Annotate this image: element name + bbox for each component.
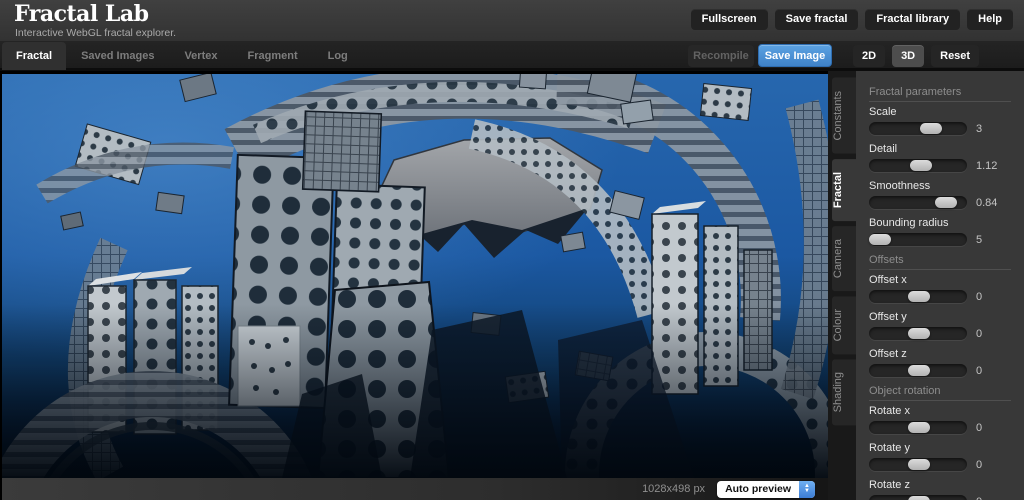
slider-label: Detail <box>869 143 1024 156</box>
preview-mode-value: Auto preview <box>717 483 799 495</box>
help-button[interactable]: Help <box>967 9 1013 30</box>
slider-row-offset-z: Offset z 0 <box>869 348 1024 377</box>
slider-track[interactable] <box>869 327 967 340</box>
slider-track[interactable] <box>869 421 967 434</box>
sidebar-tab-constants[interactable]: Constants <box>832 78 856 154</box>
slider-track[interactable] <box>869 364 967 377</box>
recompile-button[interactable]: Recompile <box>688 45 754 67</box>
slider-thumb[interactable] <box>908 422 930 433</box>
render-size-label: 1028x498 px <box>642 483 705 495</box>
slider-row-rotate-x: Rotate x 0 <box>869 405 1024 434</box>
save-fractal-button[interactable]: Save fractal <box>775 9 859 30</box>
slider-track[interactable] <box>869 290 967 303</box>
section-offsets: Offsets Offset x 0 Offset y 0 Offset z 0 <box>869 254 1024 377</box>
sidebar-tab-colour[interactable]: Colour <box>832 296 856 354</box>
header-button-group: Fullscreen Save fractal Fractal library Hel… <box>691 9 1013 30</box>
slider-track[interactable] <box>869 233 967 246</box>
slider-label: Rotate z <box>869 479 1024 492</box>
fractal-library-button[interactable]: Fractal library <box>865 9 960 30</box>
preview-mode-select[interactable]: Auto preview ▲▼ <box>717 481 815 498</box>
save-image-button[interactable]: Save Image <box>758 44 832 67</box>
tab-saved-images[interactable]: Saved Images <box>66 42 169 70</box>
slider-track[interactable] <box>869 122 967 135</box>
select-stepper-icon: ▲▼ <box>799 481 815 498</box>
slider-label: Offset x <box>869 274 1024 287</box>
section-rows: Rotate x 0 Rotate y 0 Rotate z 0 <box>869 405 1024 500</box>
slider-label: Scale <box>869 106 1024 119</box>
sidebar-tab-shading[interactable]: Shading <box>832 359 856 425</box>
slider-value: 3 <box>976 123 982 135</box>
sidebar-vertical-tabs: ConstantsFractalCameraColourShading <box>828 78 856 426</box>
tab-log[interactable]: Log <box>313 42 363 70</box>
slider-row-rotate-z: Rotate z 0 <box>869 479 1024 500</box>
slider-track[interactable] <box>869 495 967 500</box>
slider-value: 0 <box>976 459 982 471</box>
main-tabs: FractalSaved ImagesVertexFragmentLog <box>2 41 363 71</box>
slider-thumb[interactable] <box>920 123 942 134</box>
reset-button[interactable]: Reset <box>931 45 979 67</box>
slider-row-offset-y: Offset y 0 <box>869 311 1024 340</box>
slider-thumb[interactable] <box>869 234 891 245</box>
section-fractal-parameters: Fractal parameters Scale 3 Detail 1.12 S… <box>869 86 1024 246</box>
slider-label: Rotate y <box>869 442 1024 455</box>
tab-vertex[interactable]: Vertex <box>169 42 232 70</box>
slider-row-smoothness: Smoothness 0.84 <box>869 180 1024 209</box>
slider-value: 1.12 <box>976 160 997 172</box>
fractal-render[interactable] <box>2 74 828 478</box>
app-header: Fractal Lab Interactive WebGL fractal ex… <box>0 0 1024 41</box>
slider-label: Rotate x <box>869 405 1024 418</box>
parameter-sidebar: ConstantsFractalCameraColourShading Frac… <box>828 71 1024 500</box>
slider-track[interactable] <box>869 458 967 471</box>
sidebar-tab-camera[interactable]: Camera <box>832 226 856 291</box>
tab-fractal[interactable]: Fractal <box>2 42 66 70</box>
section-title: Object rotation <box>869 385 1011 401</box>
slider-thumb[interactable] <box>910 160 932 171</box>
slider-thumb[interactable] <box>908 459 930 470</box>
3d-button[interactable]: 3D <box>892 45 924 67</box>
slider-value: 0 <box>976 365 982 377</box>
slider-value: 0 <box>976 291 982 303</box>
slider-thumb[interactable] <box>935 197 957 208</box>
slider-value: 0 <box>976 496 982 500</box>
slider-label: Offset y <box>869 311 1024 324</box>
slider-thumb[interactable] <box>908 328 930 339</box>
slider-label: Offset z <box>869 348 1024 361</box>
main-tabbar: FractalSaved ImagesVertexFragmentLog Rec… <box>0 41 1024 71</box>
tab-fragment[interactable]: Fragment <box>232 42 312 70</box>
fractal-parameters-panel: Fractal parameters Scale 3 Detail 1.12 S… <box>856 71 1024 500</box>
slider-label: Smoothness <box>869 180 1024 193</box>
fractal-canvas[interactable] <box>2 74 828 478</box>
slider-row-scale: Scale 3 <box>869 106 1024 135</box>
app-subtitle: Interactive WebGL fractal explorer. <box>15 27 176 39</box>
slider-track[interactable] <box>869 196 967 209</box>
slider-label: Bounding radius <box>869 217 1024 230</box>
slider-value: 0 <box>976 422 982 434</box>
slider-thumb[interactable] <box>908 496 930 500</box>
slider-row-rotate-y: Rotate y 0 <box>869 442 1024 471</box>
section-rows: Scale 3 Detail 1.12 Smoothness 0.84 Boun… <box>869 106 1024 246</box>
fractal-lab-app: Fractal Lab Interactive WebGL fractal ex… <box>0 0 1024 500</box>
2d-button[interactable]: 2D <box>853 45 885 67</box>
slider-thumb[interactable] <box>908 365 930 376</box>
slider-value: 5 <box>976 234 982 246</box>
slider-row-offset-x: Offset x 0 <box>869 274 1024 303</box>
fullscreen-button[interactable]: Fullscreen <box>691 9 768 30</box>
section-rows: Offset x 0 Offset y 0 Offset z 0 <box>869 274 1024 377</box>
section-title: Offsets <box>869 254 1011 270</box>
slider-value: 0 <box>976 328 982 340</box>
render-area: 1028x498 px Auto preview ▲▼ <box>0 71 828 500</box>
section-object-rotation: Object rotation Rotate x 0 Rotate y 0 Ro… <box>869 385 1024 500</box>
slider-row-bounding-radius: Bounding radius 5 <box>869 217 1024 246</box>
app-title: Fractal Lab <box>14 1 149 27</box>
slider-value: 0.84 <box>976 197 997 209</box>
slider-row-detail: Detail 1.12 <box>869 143 1024 172</box>
slider-track[interactable] <box>869 159 967 172</box>
view-mode-group: 2D 3D Reset <box>853 45 979 67</box>
section-title: Fractal parameters <box>869 86 1011 102</box>
slider-thumb[interactable] <box>908 291 930 302</box>
canvas-statusbar: 1028x498 px Auto preview ▲▼ <box>2 478 828 500</box>
